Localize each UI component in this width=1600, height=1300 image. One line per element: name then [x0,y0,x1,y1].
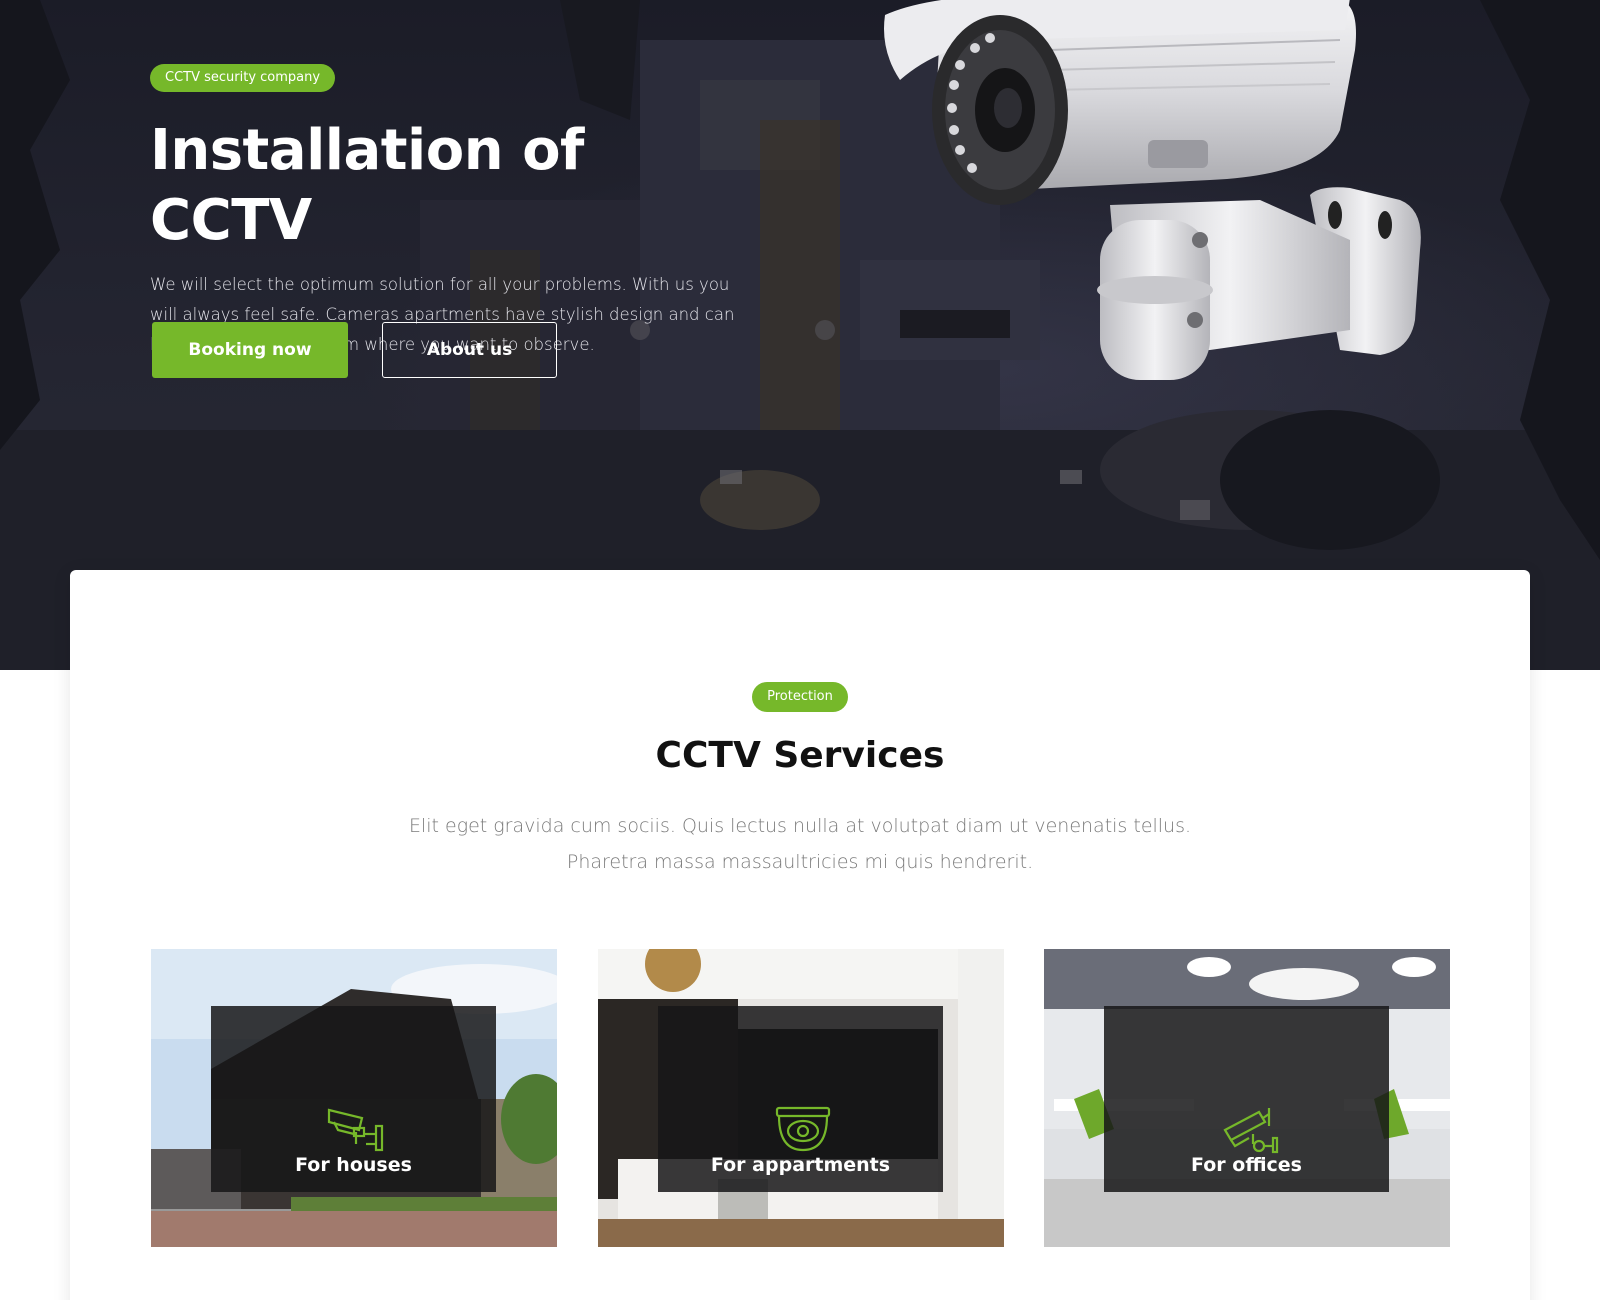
about-us-button[interactable]: About us [382,322,557,378]
dome-camera-icon [775,1106,831,1152]
services-badge-wrap: Protection [70,682,1530,712]
booking-now-button[interactable]: Booking now [152,322,348,378]
services-description-line2: Pharetra massa massaultricies mi quis he… [566,851,1034,873]
wall-camera-icon [1223,1108,1279,1154]
services-description-line1: Elit eget gravida cum sociis. Quis lectu… [408,815,1192,837]
tile-overlay: For appartments [658,1006,943,1192]
services-description: Elit eget gravida cum sociis. Quis lectu… [400,808,1200,880]
services-title: CCTV Services [655,735,945,776]
hero-title: Installation of CCTV [150,118,584,253]
service-tile-appartments[interactable]: For appartments [598,949,1004,1247]
services-section: Protection CCTV Services Elit eget gravi… [70,570,1530,1300]
service-tile-houses[interactable]: For houses [151,949,557,1247]
service-label-offices: For offices [1191,1154,1302,1176]
service-label-houses: For houses [295,1154,412,1176]
bullet-camera-icon [327,1108,384,1152]
cctv-camera-image [884,0,1421,380]
tile-overlay: For offices [1104,1006,1389,1192]
hero-badge: CCTV security company [150,64,336,92]
service-label-appartments: For appartments [710,1154,891,1176]
hero-content: CCTV security company Installation of CC… [150,64,750,360]
services-badge: Protection [752,682,848,712]
tile-overlay: For houses [211,1006,496,1192]
service-tile-offices[interactable]: For offices [1044,949,1450,1247]
